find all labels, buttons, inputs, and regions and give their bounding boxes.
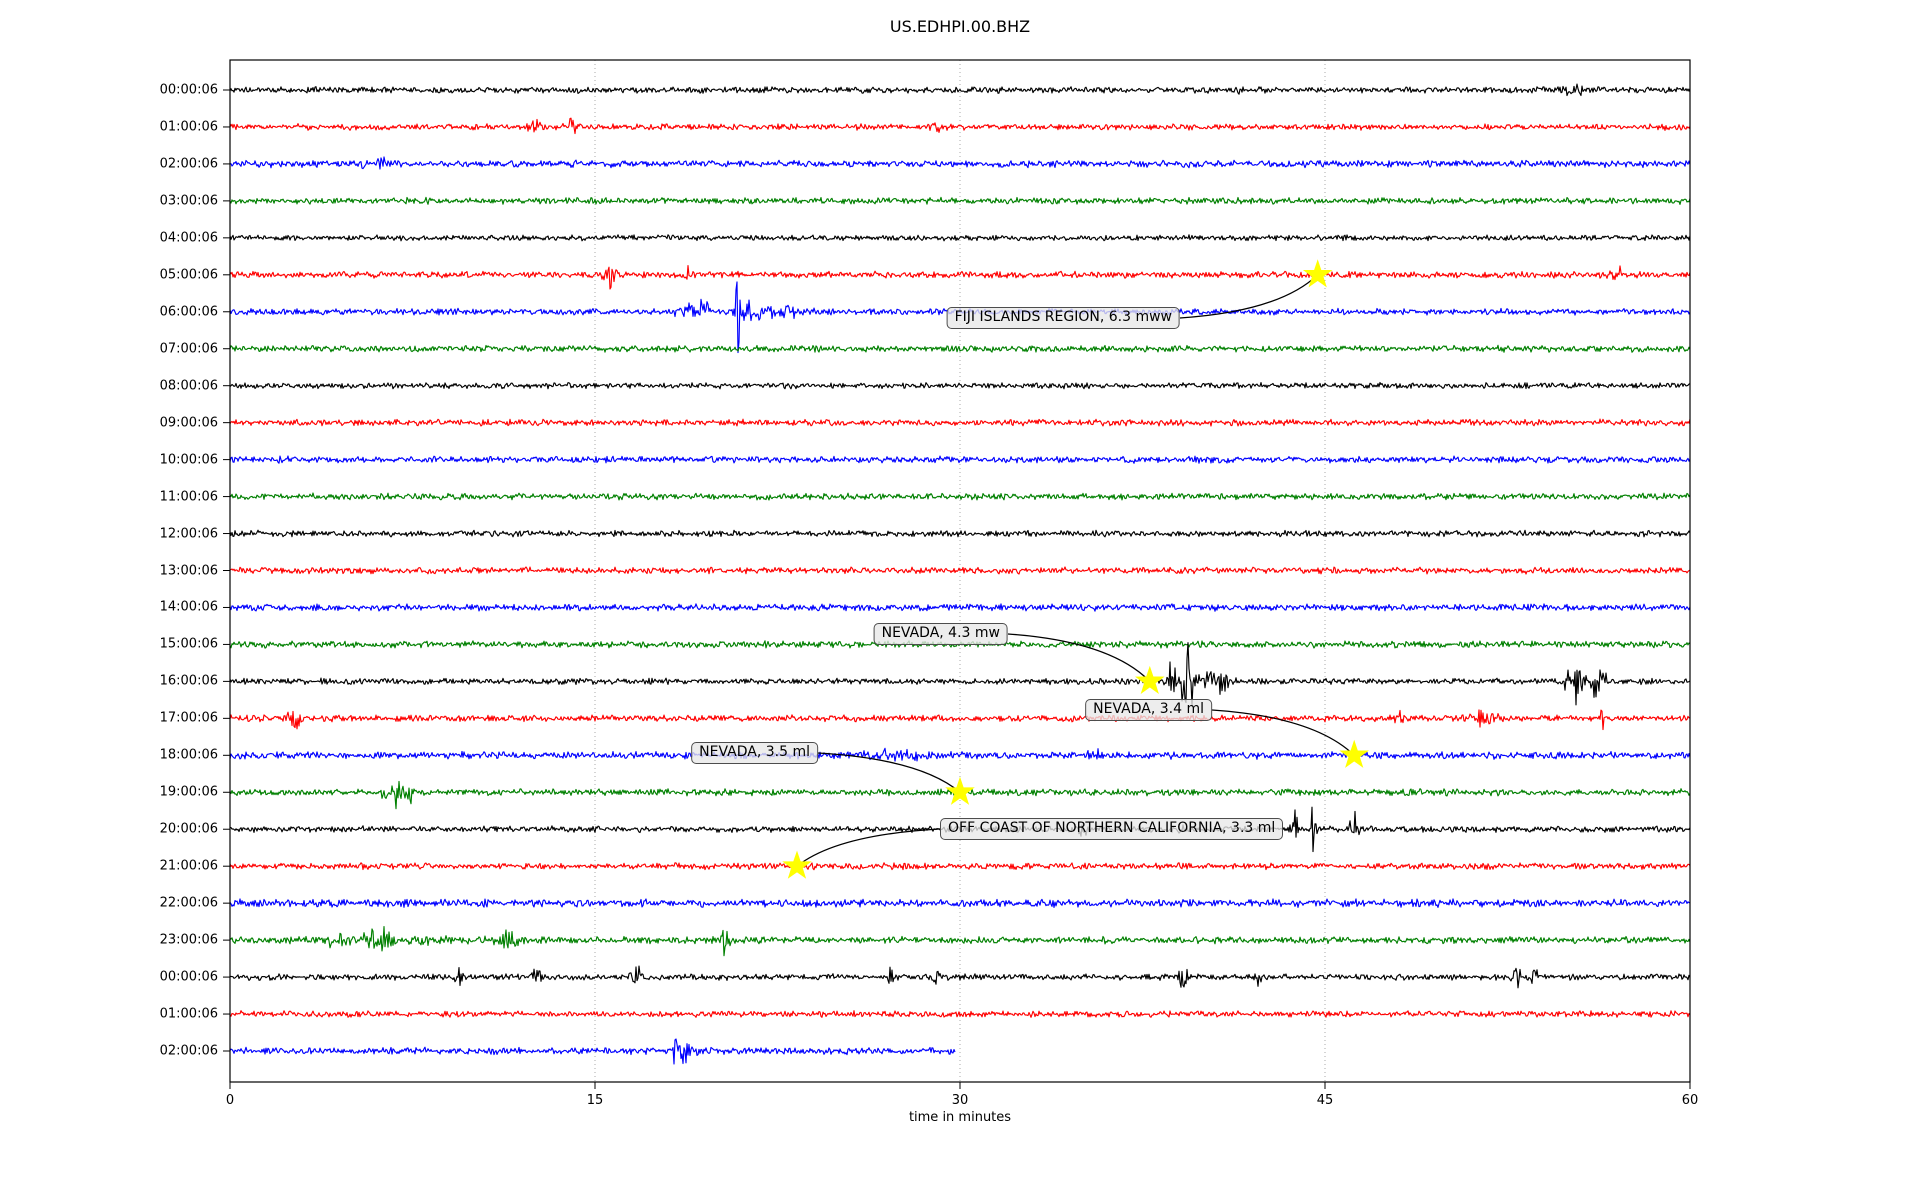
y-tick-label-16: 16:00:06 — [108, 674, 218, 689]
trace-row-3-03:00:06 — [230, 197, 1690, 204]
y-tick-label-26: 02:00:06 — [108, 1044, 218, 1059]
y-tick-label-1: 01:00:06 — [108, 119, 218, 134]
trace-row-2-02:00:06 — [230, 157, 1690, 169]
x-tick-label-0: 0 — [200, 1093, 260, 1108]
trace-row-18-18:00:06 — [230, 748, 1690, 761]
trace-row-12-12:00:06 — [230, 530, 1690, 537]
y-tick-label-14: 14:00:06 — [108, 600, 218, 615]
trace-row-10-10:00:06 — [230, 456, 1690, 463]
x-axis-label: time in minutes — [230, 1110, 1690, 1125]
y-tick-label-19: 19:00:06 — [108, 785, 218, 800]
y-tick-label-13: 13:00:06 — [108, 563, 218, 578]
x-tick-label-60: 60 — [1660, 1093, 1720, 1108]
annotation-leader-3 — [818, 753, 960, 792]
y-tick-label-20: 20:00:06 — [108, 822, 218, 837]
y-tick-label-17: 17:00:06 — [108, 711, 218, 726]
y-tick-label-15: 15:00:06 — [108, 637, 218, 652]
event-annotation-label-0: FIJI ISLANDS REGION, 6.3 mww — [947, 307, 1180, 329]
x-tick-label-15: 15 — [565, 1093, 625, 1108]
event-annotation-label-4: OFF COAST OF NORTHERN CALIFORNIA, 3.3 ml — [940, 818, 1283, 840]
event-star-icon-4 — [784, 852, 811, 877]
event-star-icon-2 — [1341, 741, 1368, 766]
trace-row-0-00:00:06 — [230, 84, 1690, 96]
seismogram-figure: US.EDHPI.00.BHZ 00:00:0601:00:0602:00:06… — [0, 0, 1920, 1200]
y-tick-label-2: 02:00:06 — [108, 156, 218, 171]
event-star-icon-3 — [947, 778, 974, 803]
y-tick-label-5: 05:00:06 — [108, 267, 218, 282]
y-tick-label-6: 06:00:06 — [108, 304, 218, 319]
y-tick-label-25: 01:00:06 — [108, 1007, 218, 1022]
event-annotation-label-1: NEVADA, 4.3 mw — [874, 623, 1008, 645]
y-tick-label-9: 09:00:06 — [108, 415, 218, 430]
y-tick-label-12: 12:00:06 — [108, 526, 218, 541]
x-tick-label-30: 30 — [930, 1093, 990, 1108]
y-tick-label-18: 18:00:06 — [108, 748, 218, 763]
y-tick-label-8: 08:00:06 — [108, 378, 218, 393]
annotation-leader-4 — [797, 829, 940, 866]
y-tick-label-10: 10:00:06 — [108, 452, 218, 467]
y-tick-label-21: 21:00:06 — [108, 859, 218, 874]
trace-row-26-02:00:06 — [230, 1039, 955, 1064]
y-tick-label-7: 07:00:06 — [108, 341, 218, 356]
trace-row-5-05:00:06 — [230, 266, 1690, 289]
event-annotation-label-2: NEVADA, 3.4 ml — [1085, 699, 1212, 721]
annotation-leader-1 — [1008, 634, 1150, 681]
event-annotation-label-3: NEVADA, 3.5 ml — [691, 742, 818, 764]
trace-row-7-07:00:06 — [230, 345, 1690, 352]
y-tick-label-11: 11:00:06 — [108, 489, 218, 504]
trace-row-8-08:00:06 — [230, 383, 1690, 389]
trace-row-11-11:00:06 — [230, 493, 1690, 500]
trace-row-4-04:00:06 — [230, 235, 1690, 241]
helicorder-plot — [0, 0, 1920, 1200]
trace-row-14-14:00:06 — [230, 604, 1690, 611]
y-tick-label-0: 00:00:06 — [108, 83, 218, 98]
y-tick-label-23: 23:00:06 — [108, 933, 218, 948]
y-tick-label-3: 03:00:06 — [108, 193, 218, 208]
y-tick-label-22: 22:00:06 — [108, 896, 218, 911]
event-star-icon-1 — [1137, 667, 1164, 692]
trace-row-23-23:00:06 — [230, 927, 1690, 956]
y-tick-label-4: 04:00:06 — [108, 230, 218, 245]
trace-row-25-01:00:06 — [230, 1011, 1690, 1018]
y-tick-label-24: 00:00:06 — [108, 970, 218, 985]
x-tick-label-45: 45 — [1295, 1093, 1355, 1108]
